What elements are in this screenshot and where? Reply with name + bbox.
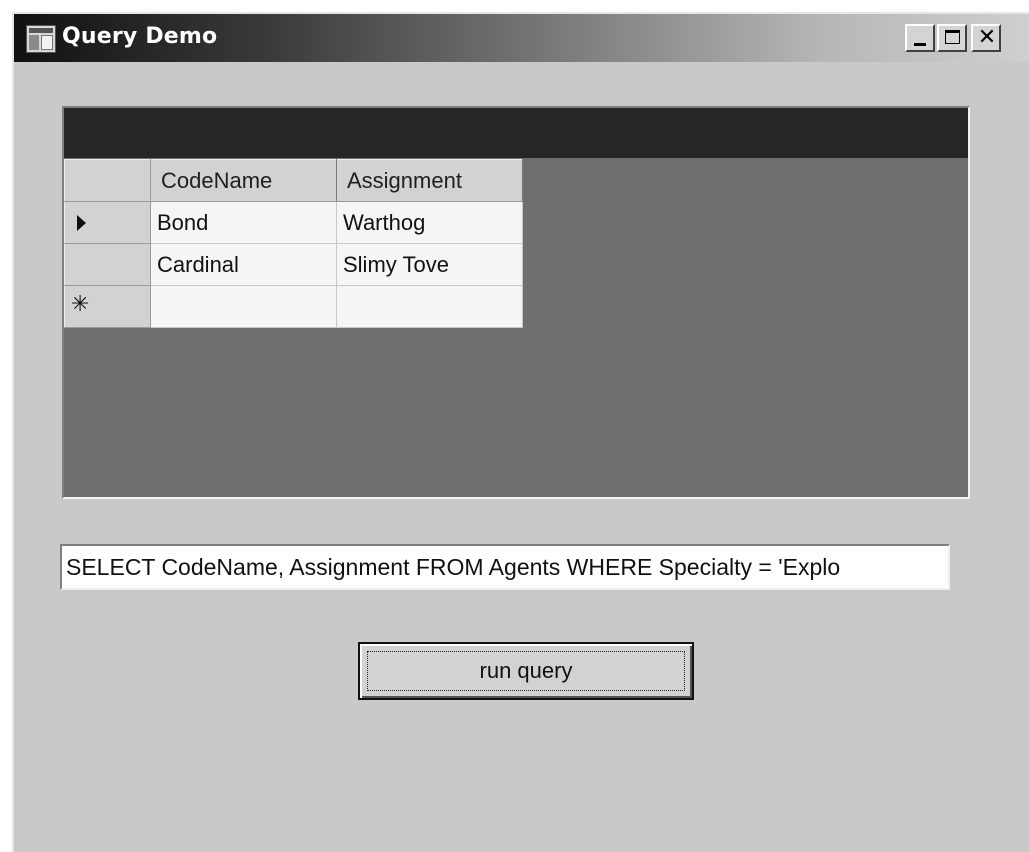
- table-row: Bond Warthog: [64, 201, 523, 244]
- window-title: Query Demo: [62, 24, 218, 49]
- close-icon: ✕: [977, 25, 997, 50]
- minimize-icon: [914, 43, 926, 46]
- row-header[interactable]: ✳: [64, 285, 151, 328]
- close-button[interactable]: ✕: [971, 24, 1001, 52]
- title-bar[interactable]: Query Demo ✕: [14, 14, 1029, 62]
- run-query-button[interactable]: run query: [358, 642, 694, 700]
- grid-cell-assignment[interactable]: Warthog: [336, 201, 523, 244]
- table-row-new: ✳: [64, 285, 523, 328]
- maximize-button[interactable]: [937, 24, 967, 52]
- maximize-icon: [945, 30, 960, 44]
- table-row: Cardinal Slimy Tove: [64, 243, 523, 286]
- data-grid[interactable]: CodeName Assignment Bond Warthog Cardina…: [62, 106, 970, 499]
- new-row-asterisk-icon: ✳: [71, 292, 90, 317]
- grid-cell-codename[interactable]: Cardinal: [150, 243, 337, 286]
- query-input[interactable]: [60, 544, 950, 590]
- row-header[interactable]: [64, 201, 151, 244]
- grid-corner-header[interactable]: [64, 159, 151, 202]
- run-query-label: run query: [479, 658, 573, 683]
- current-row-arrow-icon: [77, 215, 86, 231]
- grid-cell-codename[interactable]: Bond: [150, 201, 337, 244]
- column-header-codename[interactable]: CodeName: [150, 159, 337, 202]
- grid-cell-assignment[interactable]: Slimy Tove: [336, 243, 523, 286]
- app-window-icon[interactable]: [26, 25, 56, 53]
- grid-cell-codename[interactable]: [150, 285, 337, 328]
- grid-header-row: CodeName Assignment: [64, 159, 523, 202]
- minimize-button[interactable]: [905, 24, 935, 52]
- grid-cell-assignment[interactable]: [336, 285, 523, 328]
- column-header-assignment[interactable]: Assignment: [336, 159, 523, 202]
- grid-caption-bar: [64, 108, 968, 158]
- grid-table: CodeName Assignment Bond Warthog Cardina…: [64, 159, 523, 328]
- row-header[interactable]: [64, 243, 151, 286]
- app-window: Query Demo ✕ CodeName Assignment Bond Wa…: [12, 12, 1029, 852]
